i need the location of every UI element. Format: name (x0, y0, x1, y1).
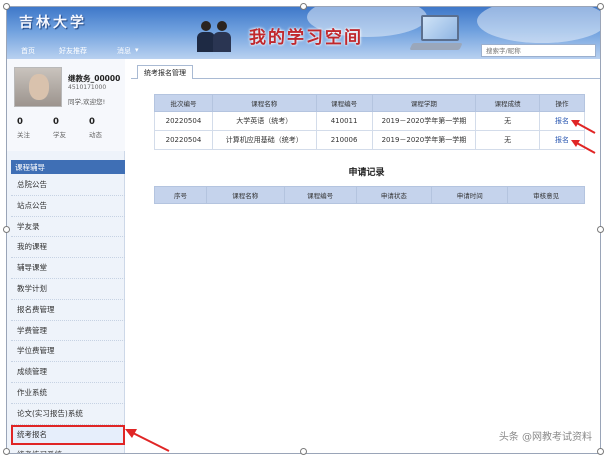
sidebar-item-tutoring-class[interactable]: 辅导课堂 (11, 258, 125, 279)
column-header: 课程学期 (371, 94, 477, 112)
menu-header-course-tutoring[interactable]: 课程辅导 (11, 160, 125, 174)
column-header: 批次编号 (154, 94, 213, 112)
stat-activity[interactable]: 0 动态 (89, 117, 125, 139)
sidebar-item-my-courses[interactable]: 我的课程 (11, 237, 125, 259)
table-row: 20220504 大学英语（统考） 410011 2019－2020学年第一学期… (154, 111, 585, 131)
tab-bar: 统考报名管理 (131, 65, 600, 79)
table-row: 20220504 计算机应用基础（统考） 210006 2019－2020学年第… (154, 130, 585, 150)
table-cell: 无 (475, 111, 541, 131)
sidebar-item-homework[interactable]: 作业系统 (11, 383, 125, 404)
resize-handle-bottom[interactable] (300, 448, 307, 455)
nav-home[interactable]: 首页 (21, 46, 35, 56)
nav-friend-recommend[interactable]: 好友推荐 (59, 46, 87, 56)
stat-following-count: 0 (17, 117, 23, 127)
resize-handle-right[interactable] (597, 226, 604, 233)
cloud-decoration (477, 7, 600, 43)
sidebar-menu: 总院公告 站点公告 学友录 我的课程 辅导课堂 教学计划 报名费管理 学费管理 … (11, 175, 125, 453)
resize-handle-top[interactable] (300, 3, 307, 10)
resize-handle-top-right[interactable] (597, 3, 604, 10)
table-header-row: 批次编号 课程名称 课程编号 课程学期 课程成绩 操作 (154, 94, 585, 112)
tab-exam-registration-management[interactable]: 统考报名管理 (137, 65, 193, 79)
resize-handle-bottom-right[interactable] (597, 448, 604, 455)
resize-handle-top-left[interactable] (3, 3, 10, 10)
column-header: 课程名称 (205, 186, 285, 204)
stat-classmates-count: 0 (53, 117, 59, 127)
stat-following[interactable]: 0 关注 (17, 117, 53, 139)
application-records-table: 序号 课程名称 课程编号 申请状态 申请时间 审核意见 (154, 186, 585, 204)
user-name: 继教务_00000 (68, 74, 121, 83)
sidebar-item-tuition[interactable]: 学费管理 (11, 321, 125, 342)
sidebar: 继教务_00000 4510171000 同学,欢迎您! 0 关注 0 学友 0… (7, 59, 125, 453)
table-cell: 210006 (315, 130, 373, 150)
stat-activity-count: 0 (89, 117, 95, 127)
table-cell: 410011 (315, 111, 373, 131)
table-cell: 2019－2020学年第一学期 (371, 130, 477, 150)
sidebar-item-teaching-plan[interactable]: 教学计划 (11, 279, 125, 300)
column-header: 课程成绩 (475, 94, 541, 112)
annotation-arrow-icon (571, 120, 596, 134)
annotation-arrow-icon (571, 140, 596, 154)
search-input[interactable] (481, 44, 596, 57)
table-cell: 无 (475, 130, 541, 150)
column-header: 操作 (539, 94, 585, 112)
sidebar-item-unified-exam-registration[interactable]: 统考报名 (11, 424, 125, 446)
chevron-down-icon[interactable]: ▾ (135, 46, 139, 54)
main-content: 统考报名管理 批次编号 课程名称 课程编号 课程学期 课程成绩 操作 20220… (131, 59, 600, 453)
avatar[interactable] (14, 67, 62, 107)
stat-activity-label: 动态 (89, 131, 102, 139)
registration-table: 批次编号 课程名称 课程编号 课程学期 课程成绩 操作 20220504 大学英… (154, 94, 585, 150)
annotation-arrow-icon (125, 429, 170, 452)
column-header: 申请状态 (355, 186, 433, 204)
sidebar-item-site-notice[interactable]: 站点公告 (11, 196, 125, 217)
sidebar-item-classmates[interactable]: 学友录 (11, 217, 125, 238)
sidebar-item-exam-practice[interactable]: 统考练习系统 (11, 445, 125, 453)
watermark: 头条 @网教考试资料 (498, 432, 592, 443)
sidebar-item-grades[interactable]: 成绩管理 (11, 362, 125, 383)
resize-handle-left[interactable] (3, 226, 10, 233)
column-header: 序号 (154, 186, 207, 204)
screenshot-frame: 吉林大学 我的学习空间 首页 好友推荐 消息 ▾ 继教务_00000 45101… (6, 6, 601, 454)
column-header: 课程编号 (283, 186, 357, 204)
stat-classmates-label: 学友 (53, 131, 66, 139)
sidebar-item-degree-fee[interactable]: 学位费管理 (11, 341, 125, 363)
university-logo: 吉林大学 (19, 15, 87, 31)
stat-classmates[interactable]: 0 学友 (53, 117, 89, 139)
nav-messages[interactable]: 消息 (117, 46, 131, 56)
user-id: 4510171000 (68, 84, 107, 91)
table-cell: 大学英语（统考） (211, 111, 317, 131)
profile-stats: 0 关注 0 学友 0 动态 (7, 117, 125, 145)
welcome-text: 同学,欢迎您! (68, 98, 106, 106)
section-title-application-records: 申请记录 (348, 168, 385, 178)
table-cell: 20220504 (154, 130, 213, 150)
table-cell: 计算机应用基础（统考） (211, 130, 317, 150)
table-cell: 20220504 (154, 111, 213, 131)
sidebar-item-thesis[interactable]: 论文(实习报告)系统 (11, 404, 125, 425)
column-header: 审核意见 (507, 186, 585, 204)
column-header: 课程名称 (211, 94, 317, 112)
resize-handle-bottom-left[interactable] (3, 448, 10, 455)
stat-following-label: 关注 (17, 131, 30, 139)
table-cell: 2019－2020学年第一学期 (371, 111, 477, 131)
table-header-row: 序号 课程名称 课程编号 申请状态 申请时间 审核意见 (154, 186, 585, 204)
column-header: 申请时间 (431, 186, 509, 204)
header-banner: 吉林大学 我的学习空间 首页 好友推荐 消息 ▾ (7, 7, 600, 59)
sidebar-item-registration-fee[interactable]: 报名费管理 (11, 300, 125, 321)
sidebar-item-general-notice[interactable]: 总院公告 (11, 175, 125, 196)
profile-card: 继教务_00000 4510171000 同学,欢迎您! 0 关注 0 学友 0… (7, 59, 125, 151)
column-header: 课程编号 (315, 94, 373, 112)
